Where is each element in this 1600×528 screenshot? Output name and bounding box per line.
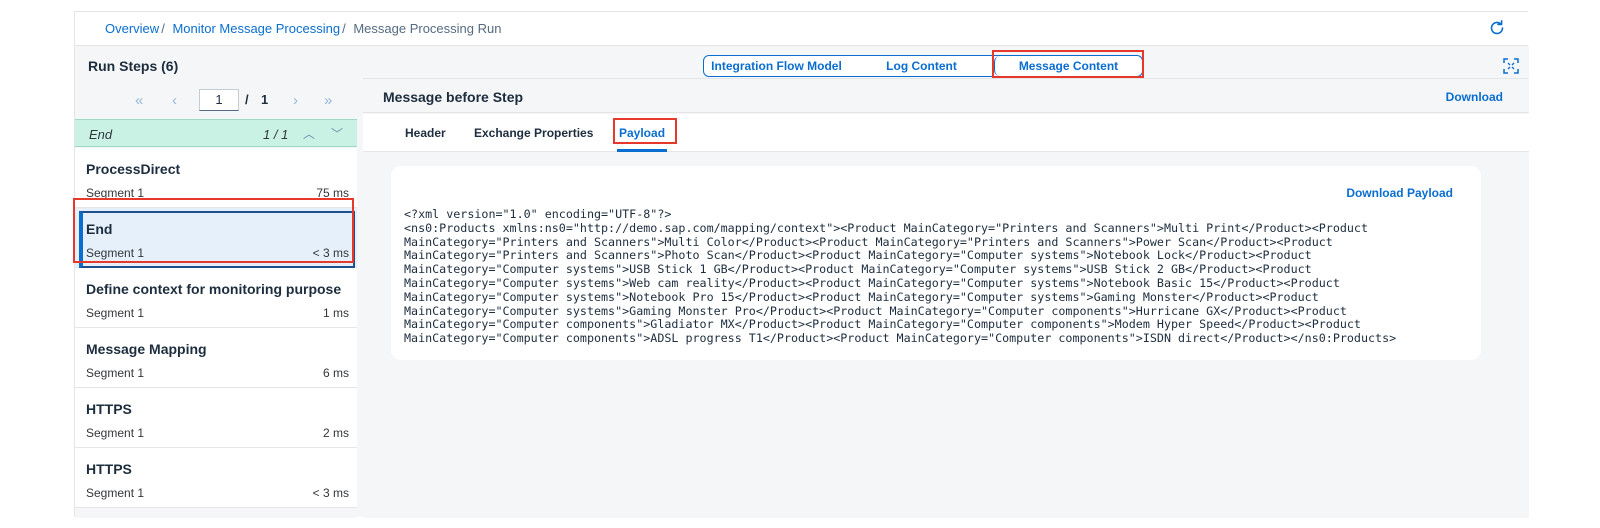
download-payload-link[interactable]: Download Payload — [1346, 186, 1453, 200]
tab-header[interactable]: Header — [405, 126, 446, 140]
step-duration: 75 ms — [316, 186, 349, 200]
breadcrumb: Overview / Monitor Message Processing / Me… — [105, 21, 501, 36]
step-duration: 2 ms — [322, 426, 349, 440]
step-duration: < 3 ms — [312, 486, 349, 500]
breadcrumb-separator: / — [342, 21, 346, 36]
next-page-icon[interactable]: › — [293, 92, 298, 109]
download-link[interactable]: Download — [1446, 90, 1503, 104]
run-step-item[interactable]: HTTPS Segment 1 < 3 ms — [75, 448, 357, 508]
step-segment: Segment 1 — [86, 306, 145, 320]
previous-match-icon[interactable]: ︿ — [303, 125, 315, 142]
message-processing-run-page: Overview / Monitor Message Processing / Me… — [74, 11, 1529, 518]
search-match-count: 1 / 1 — [263, 127, 289, 142]
page-gutter — [66, 11, 74, 517]
message-title: Message before Step — [383, 89, 524, 105]
run-steps-list: ProcessDirect Segment 1 75 ms End Segmen… — [75, 148, 357, 508]
view-log-content[interactable]: Log Content — [849, 56, 994, 76]
run-step-item[interactable]: Define context for monitoring purpose Se… — [75, 268, 357, 328]
step-segment: Segment 1 — [86, 366, 145, 380]
run-step-item[interactable]: ProcessDirect Segment 1 75 ms — [75, 148, 357, 208]
last-page-icon[interactable]: » — [324, 92, 332, 109]
step-segment: Segment 1 — [86, 246, 145, 260]
message-tabs: Header Exchange Properties Payload — [363, 114, 1529, 152]
view-message-content[interactable]: Message Content — [994, 56, 1142, 76]
run-steps-pager: « ‹ 1 / 1 › » — [75, 88, 357, 114]
search-term: End — [89, 127, 113, 142]
refresh-icon[interactable] — [1488, 19, 1506, 37]
step-name: End — [86, 221, 113, 237]
step-segment: Segment 1 — [86, 426, 145, 440]
step-segment: Segment 1 — [86, 486, 145, 500]
payload-text: <?xml version="1.0" encoding="UTF-8"?> <… — [404, 207, 1397, 346]
previous-page-icon[interactable]: ‹ — [172, 92, 177, 109]
step-name: Define context for monitoring purpose — [86, 281, 342, 297]
step-name: ProcessDirect — [86, 161, 181, 177]
run-step-item[interactable]: Message Mapping Segment 1 6 ms — [75, 328, 357, 388]
step-duration: 6 ms — [322, 366, 349, 380]
run-steps-title: Run Steps (6) — [88, 58, 179, 74]
run-step-item[interactable]: HTTPS Segment 1 2 ms — [75, 388, 357, 448]
step-duration: < 3 ms — [312, 246, 349, 260]
first-page-icon[interactable]: « — [135, 92, 143, 109]
pager-separator: / — [245, 92, 249, 107]
step-name: HTTPS — [86, 461, 132, 477]
active-tab-indicator — [617, 149, 667, 152]
tab-payload[interactable]: Payload — [619, 126, 665, 140]
payload-content-area: Download Payload <?xml version="1.0" enc… — [363, 153, 1529, 518]
view-switch-bar: Integration Flow Model Log Content Messa… — [363, 46, 1529, 79]
breadcrumb-monitor-message-processing[interactable]: Monitor Message Processing — [172, 21, 340, 36]
run-steps-panel: Run Steps (6) « ‹ 1 / 1 › » End 1 / 1 ︿ … — [75, 46, 357, 518]
step-name: HTTPS — [86, 401, 132, 417]
breadcrumb-current: Message Processing Run — [353, 21, 502, 36]
view-integration-flow-model[interactable]: Integration Flow Model — [704, 56, 849, 76]
step-name: Message Mapping — [86, 341, 207, 357]
breadcrumb-bar: Overview / Monitor Message Processing / Me… — [75, 12, 1528, 46]
breadcrumb-separator: / — [161, 21, 165, 36]
next-match-icon[interactable]: ﹀ — [331, 125, 343, 142]
payload-card: Download Payload <?xml version="1.0" enc… — [391, 166, 1481, 360]
run-step-item-selected[interactable]: End Segment 1 < 3 ms — [75, 208, 357, 268]
message-header-bar: Message before Step Download — [363, 80, 1529, 113]
search-match-bar: End 1 / 1 ︿ ﹀ — [75, 119, 357, 147]
breadcrumb-overview[interactable]: Overview — [105, 21, 159, 36]
message-detail-panel: Integration Flow Model Log Content Messa… — [363, 46, 1529, 518]
view-segmented-button: Integration Flow Model Log Content Messa… — [703, 55, 1143, 77]
tab-exchange-properties[interactable]: Exchange Properties — [474, 126, 593, 140]
total-pages: 1 — [261, 92, 269, 107]
fullscreen-icon[interactable] — [1503, 58, 1519, 74]
step-segment: Segment 1 — [86, 186, 145, 200]
step-duration: 1 ms — [322, 306, 349, 320]
page-number-input[interactable]: 1 — [199, 89, 239, 111]
